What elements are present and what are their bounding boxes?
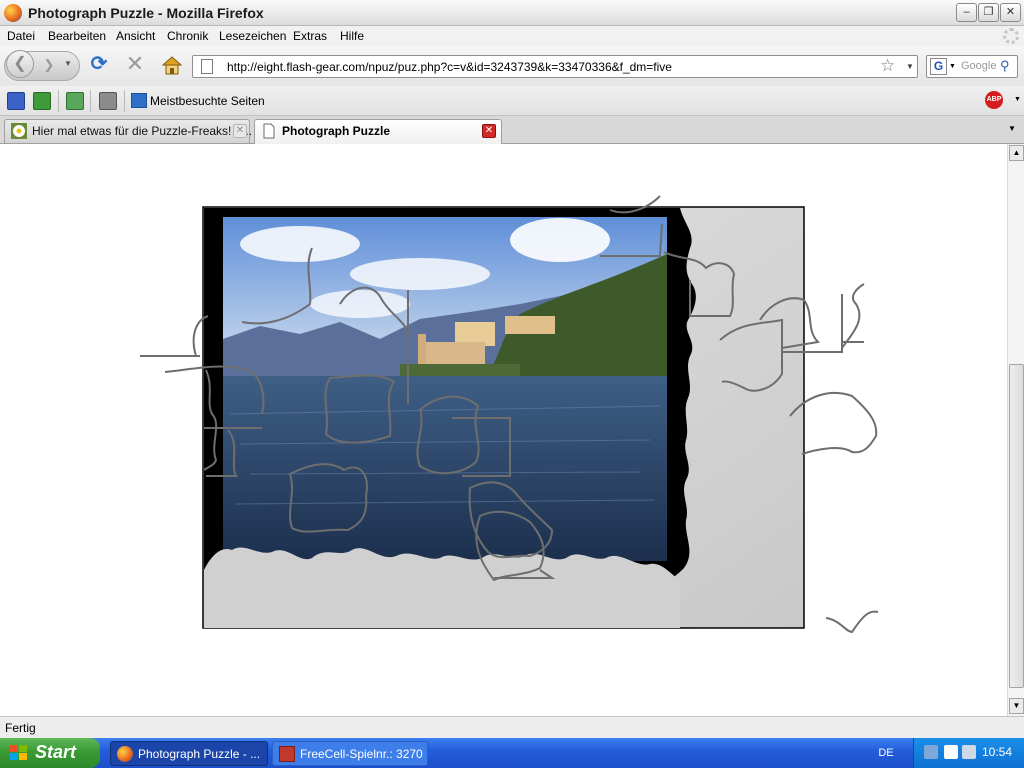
reload-icon[interactable]: ⟳ bbox=[88, 54, 110, 76]
bookmark-most-visited[interactable]: Meistbesuchte Seiten bbox=[150, 94, 265, 108]
task-label: FreeCell-Spielnr.: 3270 bbox=[300, 747, 423, 761]
monitor-icon[interactable] bbox=[944, 745, 958, 759]
forward-button[interactable]: ❯ bbox=[38, 54, 60, 76]
search-placeholder[interactable]: Google bbox=[961, 60, 996, 72]
bookmark-star-icon[interactable]: ☆ bbox=[880, 56, 895, 76]
freecell-icon bbox=[279, 746, 295, 762]
toolbar-separator bbox=[58, 90, 59, 112]
adblock-dropdown-icon[interactable]: ▼ bbox=[1014, 96, 1021, 103]
tab-label: Hier mal etwas für die Puzzle-Freaks! - … bbox=[32, 124, 253, 138]
menu-extras[interactable]: Extras bbox=[293, 29, 327, 43]
history-dropdown-icon[interactable]: ▼ bbox=[64, 59, 72, 68]
puzzle-piece bbox=[140, 315, 209, 357]
puzzle-piece bbox=[841, 283, 865, 349]
clock: 10:54 bbox=[982, 745, 1013, 759]
stop-icon[interactable]: ✕ bbox=[124, 53, 146, 76]
menu-bearbeiten[interactable]: Bearbeiten bbox=[48, 29, 106, 43]
taskbar-item-firefox[interactable]: Photograph Puzzle - ... bbox=[110, 741, 268, 766]
download-icon[interactable] bbox=[33, 92, 51, 110]
firefox-icon bbox=[4, 4, 22, 22]
scroll-up-icon[interactable]: ▲ bbox=[1009, 145, 1024, 161]
firefox-icon bbox=[117, 746, 133, 762]
most-visited-folder-icon bbox=[131, 93, 147, 108]
window-title: Photograph Puzzle - Mozilla Firefox bbox=[28, 5, 264, 21]
scroll-down-icon[interactable]: ▼ bbox=[1009, 698, 1024, 714]
puzzle-piece bbox=[825, 610, 879, 634]
windows-logo-icon bbox=[10, 745, 28, 761]
menu-ansicht[interactable]: Ansicht bbox=[116, 29, 155, 43]
search-box[interactable]: G ▼ Google ⚲ bbox=[926, 55, 1018, 78]
menu-hilfe[interactable]: Hilfe bbox=[340, 29, 364, 43]
window-title-bar[interactable]: Photograph Puzzle - Mozilla Firefox bbox=[0, 0, 1024, 26]
engine-dropdown-icon[interactable]: ▼ bbox=[949, 63, 956, 70]
start-label: Start bbox=[35, 742, 77, 762]
menu-bar: Datei Bearbeiten Ansicht Chronik Lesezei… bbox=[0, 26, 1024, 46]
menu-chronik[interactable]: Chronik bbox=[167, 29, 208, 43]
puzzle-canvas[interactable] bbox=[0, 144, 1007, 716]
menu-lesezeichen[interactable]: Lesezeichen bbox=[219, 29, 286, 43]
vertical-scrollbar[interactable]: ▲ ▼ bbox=[1007, 144, 1024, 716]
daisy-favicon-icon bbox=[11, 123, 27, 139]
home-icon[interactable] bbox=[160, 54, 184, 76]
page-icon bbox=[201, 59, 213, 74]
taskbar-item-freecell[interactable]: FreeCell-Spielnr.: 3270 bbox=[272, 741, 428, 766]
system-tray: 10:54 bbox=[913, 738, 1024, 768]
safety-remove-icon[interactable] bbox=[962, 745, 976, 759]
google-engine-icon[interactable]: G bbox=[930, 58, 947, 75]
url-dropdown-icon[interactable]: ▼ bbox=[906, 62, 914, 71]
network-icon[interactable] bbox=[924, 745, 938, 759]
language-indicator[interactable]: DE bbox=[870, 745, 902, 762]
activity-throbber-icon bbox=[1003, 28, 1019, 44]
start-button[interactable]: Start bbox=[0, 738, 100, 768]
toolbar-separator bbox=[90, 90, 91, 112]
url-bar[interactable]: http://eight.flash-gear.com/npuz/puz.php… bbox=[192, 55, 918, 78]
status-bar: Fertig bbox=[0, 716, 1024, 738]
tab-photograph-puzzle[interactable]: Photograph Puzzle ✕ bbox=[254, 119, 502, 144]
adblock-plus-icon[interactable]: ABP bbox=[985, 91, 1003, 109]
status-text: Fertig bbox=[5, 721, 36, 735]
tab-close-icon[interactable]: ✕ bbox=[233, 124, 247, 138]
print-icon[interactable] bbox=[99, 92, 117, 110]
close-window-button[interactable]: ✕ bbox=[1000, 3, 1021, 22]
search-icon[interactable]: ⚲ bbox=[1000, 58, 1010, 74]
scrollbar-thumb[interactable] bbox=[1009, 364, 1024, 688]
page-favicon-icon bbox=[261, 123, 277, 139]
tab-close-icon[interactable]: ✕ bbox=[482, 124, 496, 138]
menu-datei[interactable]: Datei bbox=[7, 29, 35, 43]
minimize-button[interactable]: ‒ bbox=[956, 3, 977, 22]
board-bottom-area bbox=[204, 547, 680, 628]
tab-label: Photograph Puzzle bbox=[282, 124, 390, 138]
bookmarks-sidebar-icon[interactable] bbox=[7, 92, 25, 110]
tab-puzzle-freaks[interactable]: Hier mal etwas für die Puzzle-Freaks! - … bbox=[4, 119, 253, 143]
toolbar-separator bbox=[124, 90, 125, 112]
back-button[interactable]: ❮ bbox=[6, 50, 34, 78]
task-label: Photograph Puzzle - ... bbox=[138, 747, 261, 761]
page-content bbox=[0, 144, 1007, 716]
tab-list-dropdown-icon[interactable]: ▼ bbox=[1008, 124, 1016, 133]
new-tab-icon[interactable] bbox=[66, 92, 84, 110]
restore-button[interactable]: ❐ bbox=[978, 3, 999, 22]
url-text[interactable]: http://eight.flash-gear.com/npuz/puz.php… bbox=[227, 60, 672, 74]
